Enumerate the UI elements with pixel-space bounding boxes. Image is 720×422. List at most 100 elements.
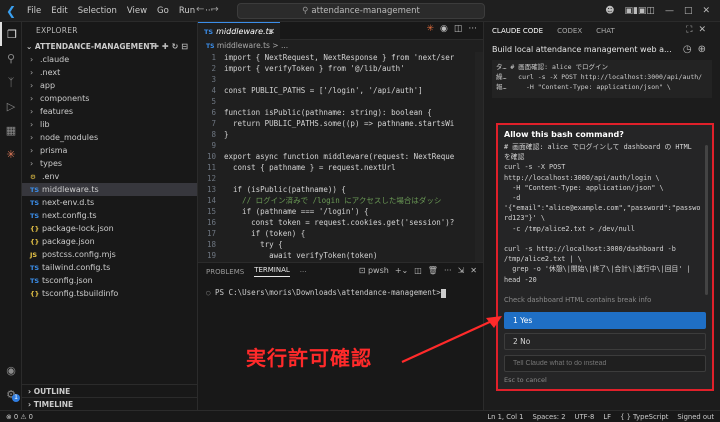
split-editor-icon[interactable]: ◫ [454, 24, 463, 34]
tab-middleware[interactable]: TS middleware.ts ✕ [198, 22, 280, 40]
tree-file[interactable]: {} package.json [22, 235, 197, 248]
cursor-position[interactable]: Ln 1, Col 1 [487, 411, 523, 422]
code-text: import { NextRequest, NextResponse } fro… [224, 53, 455, 62]
tree-folder[interactable]: › features [22, 105, 197, 118]
language-mode[interactable]: { } TypeScript [620, 411, 668, 422]
tree-file[interactable]: TS tailwind.config.ts [22, 261, 197, 274]
tab-chat[interactable]: CHAT [596, 27, 615, 35]
terminal-output[interactable]: ○ PS C:\Users\moris\Downloads\attendance… [198, 280, 483, 298]
explorer-icon[interactable]: ❐ [0, 22, 22, 46]
tree-item-label: middleware.ts [42, 185, 99, 194]
terminal-cursor [440, 288, 446, 298]
tree-folder[interactable]: › .next [22, 66, 197, 79]
close-window-icon[interactable]: ✕ [702, 6, 710, 16]
menu-edit[interactable]: Edit [46, 6, 72, 16]
maximize-panel-icon[interactable]: ⇲ [458, 266, 465, 275]
trash-icon[interactable]: 🗑 [428, 266, 438, 275]
chevron-right-icon: › [30, 159, 34, 168]
tree-item-label: next.config.ts [42, 211, 97, 220]
tree-folder[interactable]: › components [22, 92, 197, 105]
claude-action-icon[interactable]: ✳ [426, 24, 434, 34]
tree-file[interactable]: TS middleware.ts [22, 183, 197, 196]
tree-folder[interactable]: › lib [22, 118, 197, 131]
more-icon[interactable]: ··· [444, 266, 452, 275]
source-control-icon[interactable]: ᛉ [0, 70, 22, 94]
tree-file[interactable]: ⚙ .env [22, 170, 197, 183]
tab-problems[interactable]: PROBLEMS [206, 268, 244, 276]
instruction-input[interactable] [504, 355, 706, 372]
tree-file[interactable]: {} tsconfig.tsbuildinfo [22, 287, 197, 300]
split-terminal-icon[interactable]: ◫ [414, 266, 422, 275]
extensions-icon[interactable]: ▦ [0, 118, 22, 142]
tree-folder[interactable]: › app [22, 79, 197, 92]
close-tab-icon[interactable]: ✕ [268, 23, 275, 40]
file-type-icon: {} [30, 290, 40, 298]
code-text: function isPublic(pathname: string): boo… [224, 108, 432, 117]
line-ending[interactable]: LF [603, 411, 611, 422]
dialog-scrollbar[interactable] [705, 145, 708, 295]
copilot-action-icon[interactable]: ◉ [440, 24, 448, 34]
tree-folder[interactable]: › node_modules [22, 131, 197, 144]
search-view-icon[interactable]: ⚲ [0, 46, 22, 70]
line-number: 13 [206, 185, 216, 194]
minimap[interactable] [475, 52, 483, 262]
maximize-icon[interactable]: □ [684, 6, 693, 16]
close-panel-icon[interactable]: ✕ [470, 266, 477, 275]
code-text: const { pathname } = request.nextUrl [224, 163, 396, 172]
title-bar: ❮ File Edit Selection View Go Run ··· ←→… [0, 0, 720, 22]
nav-arrows[interactable]: ←→ [196, 4, 225, 15]
more-actions-icon[interactable]: ··· [468, 24, 477, 34]
tree-file[interactable]: TS tsconfig.json [22, 274, 197, 287]
breadcrumb[interactable]: TS middleware.ts > ... [198, 40, 483, 52]
menu-view[interactable]: View [122, 6, 152, 16]
code-line: 16 const token = request.cookies.get('se… [198, 217, 483, 228]
command-center-search[interactable]: ⚲ attendance-management [237, 3, 485, 19]
problems-indicator[interactable]: ⊗ 0 ⚠ 0 [6, 411, 33, 422]
tree-folder[interactable]: › prisma [22, 144, 197, 157]
settings-gear-icon[interactable]: ⚙ 1 [0, 382, 22, 406]
session-title[interactable]: Build local attendance management web a.… [484, 40, 720, 60]
project-root[interactable]: ⌄ ATTENDANCE-MANAGEMENT ✚✚↻⊟ [22, 40, 197, 53]
indentation[interactable]: Spaces: 2 [533, 411, 566, 422]
tree-file[interactable]: TS next.config.ts [22, 209, 197, 222]
terminal-shell-selector[interactable]: ⊡ pwsh [359, 266, 389, 275]
explorer-actions[interactable]: ✚✚↻⊟ [152, 40, 191, 53]
tree-item-label: package.json [42, 237, 95, 246]
previous-message-preview: タ… # 画面確認: alice でログイン 繰… curl -s -X POS… [492, 60, 712, 98]
copilot-icon[interactable]: ☻ [605, 6, 614, 16]
code-line: 3 [198, 74, 483, 85]
tree-file[interactable]: {} package-lock.json [22, 222, 197, 235]
yes-option-button[interactable]: 1 Yes [504, 312, 706, 329]
tab-more[interactable]: ··· [300, 268, 307, 276]
minimize-icon[interactable]: — [665, 6, 674, 16]
run-debug-icon[interactable]: ▷ [0, 94, 22, 118]
chat-panel-actions[interactable]: ⛶✕ [686, 25, 712, 35]
tree-item-label: next-env.d.ts [42, 198, 95, 207]
layout-icon[interactable]: ▣▮▣◫ [624, 6, 654, 16]
session-actions[interactable]: ◷⊕ [683, 40, 712, 60]
tab-codex[interactable]: CODEX [557, 27, 582, 35]
tree-file[interactable]: JS postcss.config.mjs [22, 248, 197, 261]
code-line: 2 import { verifyToken } from '@/lib/auth… [198, 63, 483, 74]
tree-file[interactable]: TS next-env.d.ts [22, 196, 197, 209]
line-number: 16 [206, 218, 216, 227]
new-terminal-icon[interactable]: +⌄ [395, 266, 408, 275]
account-status[interactable]: Signed out [677, 411, 714, 422]
no-option-button[interactable]: 2 No [504, 333, 706, 350]
encoding[interactable]: UTF-8 [575, 411, 595, 422]
tree-item-label: tailwind.config.ts [42, 263, 111, 272]
outline-section[interactable]: › OUTLINE [22, 384, 198, 397]
claude-icon[interactable]: ✳ [0, 142, 22, 166]
menu-go[interactable]: Go [152, 6, 174, 16]
timeline-section[interactable]: › TIMELINE [22, 397, 198, 410]
code-text: import { verifyToken } from '@/lib/auth' [224, 64, 405, 73]
line-number: 6 [211, 108, 216, 117]
menu-file[interactable]: File [22, 6, 46, 16]
menu-selection[interactable]: Selection [73, 6, 122, 16]
tree-folder[interactable]: › types [22, 157, 197, 170]
tab-terminal[interactable]: TERMINAL [254, 266, 290, 277]
code-view[interactable]: 1 import { NextRequest, NextResponse } fr… [198, 52, 483, 262]
tree-folder[interactable]: › .claude [22, 53, 197, 66]
account-icon[interactable]: ◉ [0, 358, 22, 382]
tab-claude-code[interactable]: CLAUDE CODE [492, 27, 543, 35]
